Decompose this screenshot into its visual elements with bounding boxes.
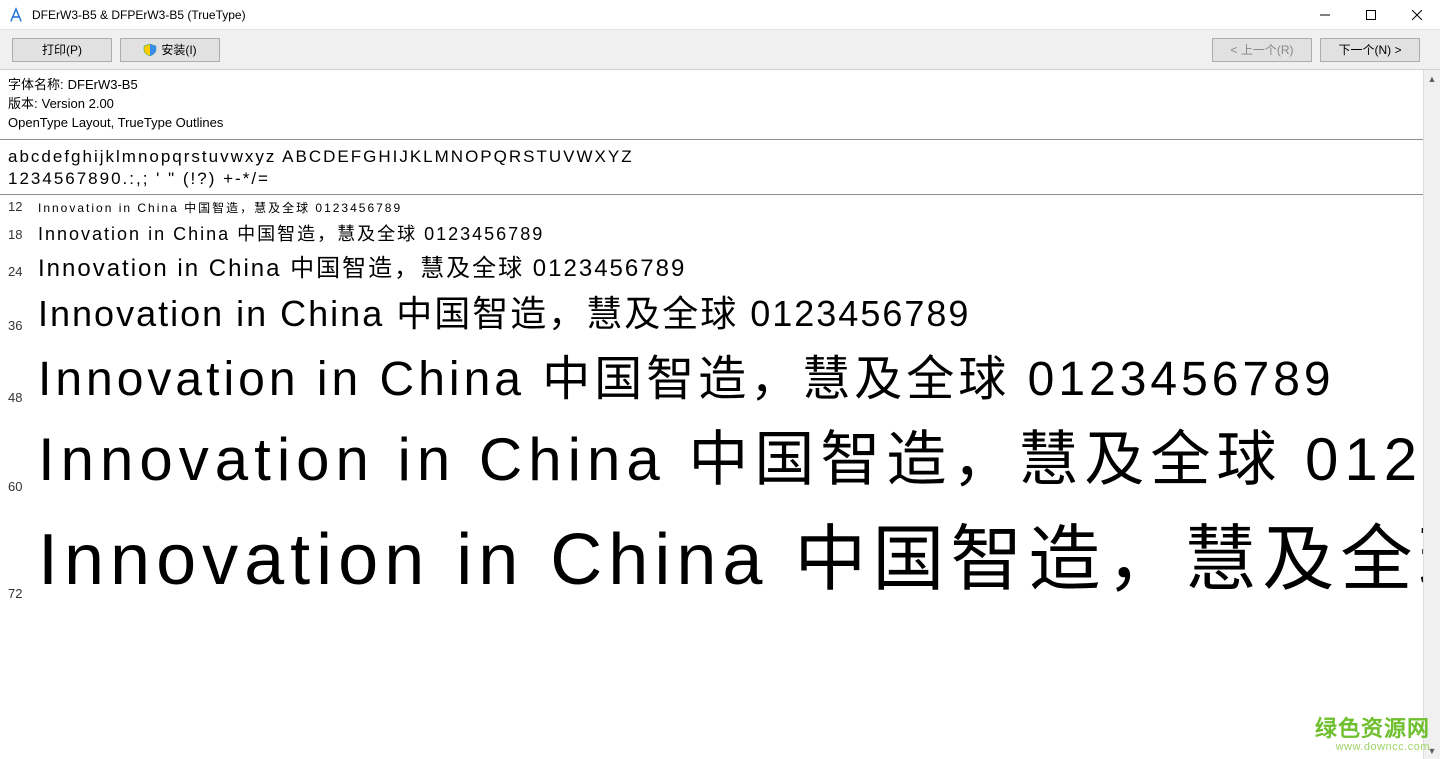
install-label: 安装(I) bbox=[161, 41, 196, 58]
sample-text: Innovation in China 中国智造，慧及全球 0123456789 bbox=[38, 248, 1432, 283]
sample-text: Innovation in China 中国智造，慧及全球 0123456789 bbox=[38, 339, 1432, 409]
font-name-value: DFErW3-B5 bbox=[68, 76, 138, 95]
font-version-label: 版本: bbox=[8, 95, 38, 114]
close-button[interactable] bbox=[1394, 0, 1440, 30]
sample-row: 36Innovation in China 中国智造，慧及全球 01234567… bbox=[8, 285, 1432, 337]
sample-row: 12Innovation in China 中国智造，慧及全球 01234567… bbox=[8, 199, 1432, 218]
sample-text: Innovation in China 中国智造，慧及全球 0123456789 bbox=[38, 199, 1432, 216]
separator bbox=[0, 194, 1440, 195]
separator bbox=[0, 139, 1440, 140]
charset-line-1: abcdefghijklmnopqrstuvwxyz ABCDEFGHIJKLM… bbox=[8, 146, 1432, 168]
titlebar: DFErW3-B5 & DFPErW3-B5 (TrueType) bbox=[0, 0, 1440, 30]
sample-text: Innovation in China 中国智造，慧及全球 0123456789 bbox=[38, 411, 1432, 498]
sample-size-label: 18 bbox=[8, 227, 38, 246]
watermark: 绿色资源网 www.downcc.com bbox=[1315, 717, 1430, 753]
scroll-up-icon[interactable]: ▲ bbox=[1424, 70, 1440, 87]
font-version-value: Version 2.00 bbox=[42, 95, 114, 114]
print-label: 打印(P) bbox=[42, 41, 82, 58]
sample-size-label: 48 bbox=[8, 390, 38, 409]
print-button[interactable]: 打印(P) bbox=[12, 38, 112, 62]
sample-row: 24Innovation in China 中国智造，慧及全球 01234567… bbox=[8, 248, 1432, 283]
window-controls bbox=[1302, 0, 1440, 29]
vertical-scrollbar[interactable]: ▲ ▼ bbox=[1423, 70, 1440, 759]
font-name-label: 字体名称: bbox=[8, 76, 64, 95]
charset-line-2: 1234567890.:,; ' " (!?) +-*/= bbox=[8, 168, 1432, 190]
sample-size-label: 12 bbox=[8, 199, 38, 218]
sample-size-label: 36 bbox=[8, 318, 38, 337]
window-title: DFErW3-B5 & DFPErW3-B5 (TrueType) bbox=[32, 8, 246, 22]
sample-text: Innovation in China 中国智造，慧及全球 0123456789 bbox=[38, 220, 1432, 246]
maximize-button[interactable] bbox=[1348, 0, 1394, 30]
sample-size-label: 60 bbox=[8, 479, 38, 498]
sample-row: 60Innovation in China 中国智造，慧及全球 01234567… bbox=[8, 411, 1432, 498]
prev-label: < 上一个(R) bbox=[1230, 41, 1293, 58]
minimize-button[interactable] bbox=[1302, 0, 1348, 30]
install-button[interactable]: 安装(I) bbox=[120, 38, 220, 62]
font-meta: 字体名称: DFErW3-B5 版本: Version 2.00 OpenTyp… bbox=[0, 70, 1440, 137]
sample-row: 48Innovation in China 中国智造，慧及全球 01234567… bbox=[8, 339, 1432, 409]
watermark-sub: www.downcc.com bbox=[1315, 741, 1430, 753]
font-tech: OpenType Layout, TrueType Outlines bbox=[8, 114, 1432, 133]
sample-row: 72Innovation in China 中国智造，慧及全球 01234567… bbox=[8, 500, 1432, 605]
watermark-main: 绿色资源网 bbox=[1315, 717, 1430, 741]
next-button[interactable]: 下一个(N) > bbox=[1320, 38, 1420, 62]
next-label: 下一个(N) > bbox=[1338, 41, 1401, 58]
toolbar: 打印(P) 安装(I) < 上一个(R) 下一个(N) > bbox=[0, 30, 1440, 70]
sample-text: Innovation in China 中国智造，慧及全球 0123456789 bbox=[38, 285, 1432, 337]
prev-button[interactable]: < 上一个(R) bbox=[1212, 38, 1312, 62]
app-icon bbox=[8, 7, 24, 23]
sample-text: Innovation in China 中国智造，慧及全球 0123456789 bbox=[38, 500, 1432, 605]
sample-size-label: 72 bbox=[8, 586, 38, 605]
shield-icon bbox=[143, 43, 157, 57]
charset-preview: abcdefghijklmnopqrstuvwxyz ABCDEFGHIJKLM… bbox=[0, 142, 1440, 192]
sample-size-label: 24 bbox=[8, 264, 38, 283]
sample-list: 12Innovation in China 中国智造，慧及全球 01234567… bbox=[0, 197, 1440, 605]
sample-row: 18Innovation in China 中国智造，慧及全球 01234567… bbox=[8, 220, 1432, 246]
